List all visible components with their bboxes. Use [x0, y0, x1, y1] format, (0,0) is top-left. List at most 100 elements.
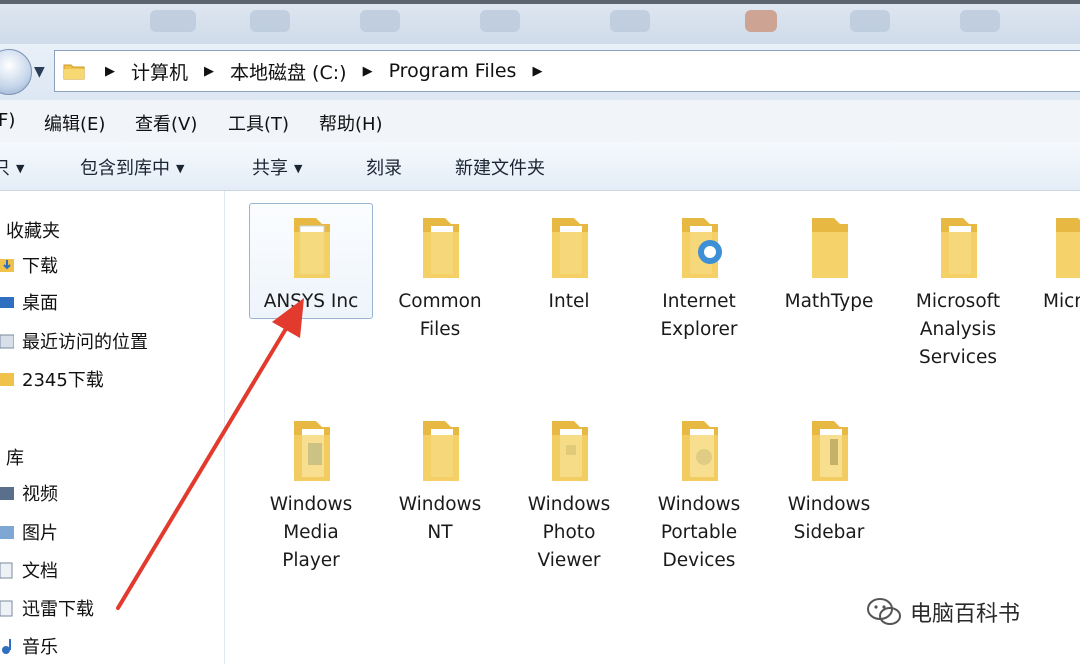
folder-icon: [294, 421, 330, 481]
folder-name-line: Windows: [787, 494, 871, 515]
breadcrumb-program-files[interactable]: Program Files: [383, 60, 523, 82]
folder-common-files[interactable]: Common Files: [378, 203, 502, 340]
watermark-text: 电脑百科书: [910, 602, 1021, 627]
folder-icon: [812, 218, 848, 278]
folder-microsoft-analysis-services[interactable]: Microsoft Analysis Services: [896, 203, 1020, 368]
menu-help[interactable]: 帮助(H): [319, 110, 383, 136]
folder-icon: [812, 421, 848, 481]
nav-item-xunlei-downloads[interactable]: 迅雷下载: [0, 593, 94, 623]
taskbar-app-icon[interactable]: [150, 10, 196, 32]
folder-windows-media-player[interactable]: Windows Media Player: [249, 406, 373, 571]
back-button[interactable]: [0, 49, 32, 95]
nav-label: 音乐: [22, 637, 58, 658]
address-bar[interactable]: ▶ 计算机 ▶ 本地磁盘 (C:) ▶ Program Files ▶: [54, 50, 1080, 92]
folder-name-line: Microsoft: [915, 291, 1001, 312]
chevron-down-icon: ▼: [294, 162, 303, 175]
folder-name-line: Explorer: [660, 319, 738, 340]
folder-icon: [294, 218, 330, 278]
nav-item-2345-downloads[interactable]: 2345下载: [0, 364, 104, 394]
share-button[interactable]: 共享 ▼: [252, 154, 302, 180]
taskbar-app-icon[interactable]: [250, 10, 290, 32]
organize-button[interactable]: 只 ▼: [0, 154, 24, 180]
internet-explorer-folder-icon: [682, 218, 722, 278]
file-list: ANSYS Inc Common Files Intel Internet Ex…: [225, 191, 1080, 664]
folder-icon: [941, 218, 977, 278]
folder-windows-sidebar[interactable]: Windows Sidebar: [767, 406, 891, 543]
taskbar-strip: [0, 0, 1080, 44]
breadcrumb-local-disk[interactable]: 本地磁盘 (C:): [224, 58, 353, 85]
folder-windows-photo-viewer[interactable]: Windows Photo Viewer: [507, 406, 631, 571]
breadcrumb-separator[interactable]: ▶: [194, 64, 224, 79]
nav-item-videos[interactable]: 视频: [0, 478, 58, 508]
nav-item-music[interactable]: 音乐: [0, 631, 58, 661]
wechat-icon: [867, 598, 901, 625]
libraries-header[interactable]: 库: [6, 444, 24, 470]
nav-item-recent-places[interactable]: 最近访问的位置: [0, 326, 148, 356]
document-library-icon: [0, 561, 14, 579]
folder-microsoft-games[interactable]: Micr Ga: [1025, 203, 1080, 319]
folder-intel[interactable]: Intel: [507, 203, 631, 319]
nav-item-documents[interactable]: 文档: [0, 555, 58, 585]
taskbar-app-icon[interactable]: [850, 10, 890, 32]
desktop-icon: [0, 293, 14, 311]
nav-label: 下载: [22, 256, 58, 277]
menu-file[interactable]: F): [0, 110, 15, 131]
breadcrumb-separator[interactable]: ▶: [353, 64, 383, 79]
folder-name-line: Sidebar: [793, 522, 865, 543]
nav-item-pictures[interactable]: 图片: [0, 517, 58, 547]
menu-edit[interactable]: 编辑(E): [44, 110, 105, 136]
breadcrumb-separator[interactable]: ▶: [95, 64, 125, 79]
folder-icon: [552, 421, 588, 481]
folder-icon: [423, 421, 459, 481]
breadcrumb-computer[interactable]: 计算机: [125, 58, 194, 85]
include-library-button[interactable]: 包含到库中 ▼: [80, 154, 184, 180]
folder-icon: [552, 218, 588, 278]
include-library-label: 包含到库中: [80, 158, 170, 179]
folder-name-line: Services: [918, 347, 997, 368]
video-library-icon: [0, 484, 14, 502]
menu-view[interactable]: 查看(V): [135, 110, 197, 136]
nav-item-desktop[interactable]: 桌面: [0, 287, 58, 317]
command-bar: 只 ▼ 包含到库中 ▼ 共享 ▼ 刻录 新建文件夹: [0, 142, 1080, 191]
folder-name-line: Devices: [662, 550, 736, 571]
taskbar-app-icon[interactable]: [960, 10, 1000, 32]
folder-icon: [1056, 218, 1080, 278]
nav-label: 文档: [22, 561, 58, 582]
folder-icon: [63, 62, 85, 80]
document-library-icon: [0, 599, 14, 617]
taskbar-edge: [0, 0, 1080, 4]
folder-icon: [0, 370, 14, 388]
folder-name-line: Micr: [1043, 291, 1080, 312]
folder-internet-explorer[interactable]: Internet Explorer: [637, 203, 761, 340]
menu-bar: F) 编辑(E) 查看(V) 工具(T) 帮助(H): [0, 100, 1080, 143]
watermark: 电脑百科书: [866, 596, 1020, 628]
taskbar-app-icon[interactable]: [360, 10, 400, 32]
chevron-down-icon: ▼: [16, 162, 25, 175]
favorites-header[interactable]: 收藏夹: [6, 217, 60, 243]
taskbar-app-icon[interactable]: [610, 10, 650, 32]
organize-label: 只: [0, 158, 10, 179]
breadcrumb-separator[interactable]: ▶: [522, 64, 552, 79]
music-library-icon: [0, 637, 14, 655]
folder-name-line: Ga: [1043, 316, 1080, 318]
chevron-down-icon: ▼: [176, 162, 185, 175]
nav-label: 迅雷下载: [22, 599, 94, 620]
taskbar-app-icon[interactable]: [480, 10, 520, 32]
folder-name-line: Files: [419, 319, 461, 340]
new-folder-button[interactable]: 新建文件夹: [455, 154, 545, 180]
folder-ansys-inc[interactable]: ANSYS Inc: [249, 203, 373, 319]
folder-name-line: Player: [282, 550, 340, 571]
nav-item-downloads[interactable]: 下载: [0, 250, 58, 280]
picture-library-icon: [0, 523, 14, 541]
address-row: ▼ ▶ 计算机 ▶ 本地磁盘 (C:) ▶ Program Files ▶: [0, 44, 1080, 100]
taskbar-app-icon[interactable]: [745, 10, 777, 32]
nav-label: 视频: [22, 484, 58, 505]
burn-button[interactable]: 刻录: [366, 154, 402, 180]
folder-windows-nt[interactable]: Windows NT: [378, 406, 502, 543]
folder-windows-portable-devices[interactable]: Windows Portable Devices: [637, 406, 761, 571]
folder-mathtype[interactable]: MathType: [767, 203, 891, 319]
history-dropdown-icon[interactable]: ▼: [34, 64, 45, 80]
menu-tools[interactable]: 工具(T): [228, 110, 289, 136]
share-label: 共享: [252, 158, 288, 179]
navigation-pane: 收藏夹 下载 桌面 最近访问的位置 2345下载 库 视频 图片 文档 迅雷下载…: [0, 191, 225, 664]
